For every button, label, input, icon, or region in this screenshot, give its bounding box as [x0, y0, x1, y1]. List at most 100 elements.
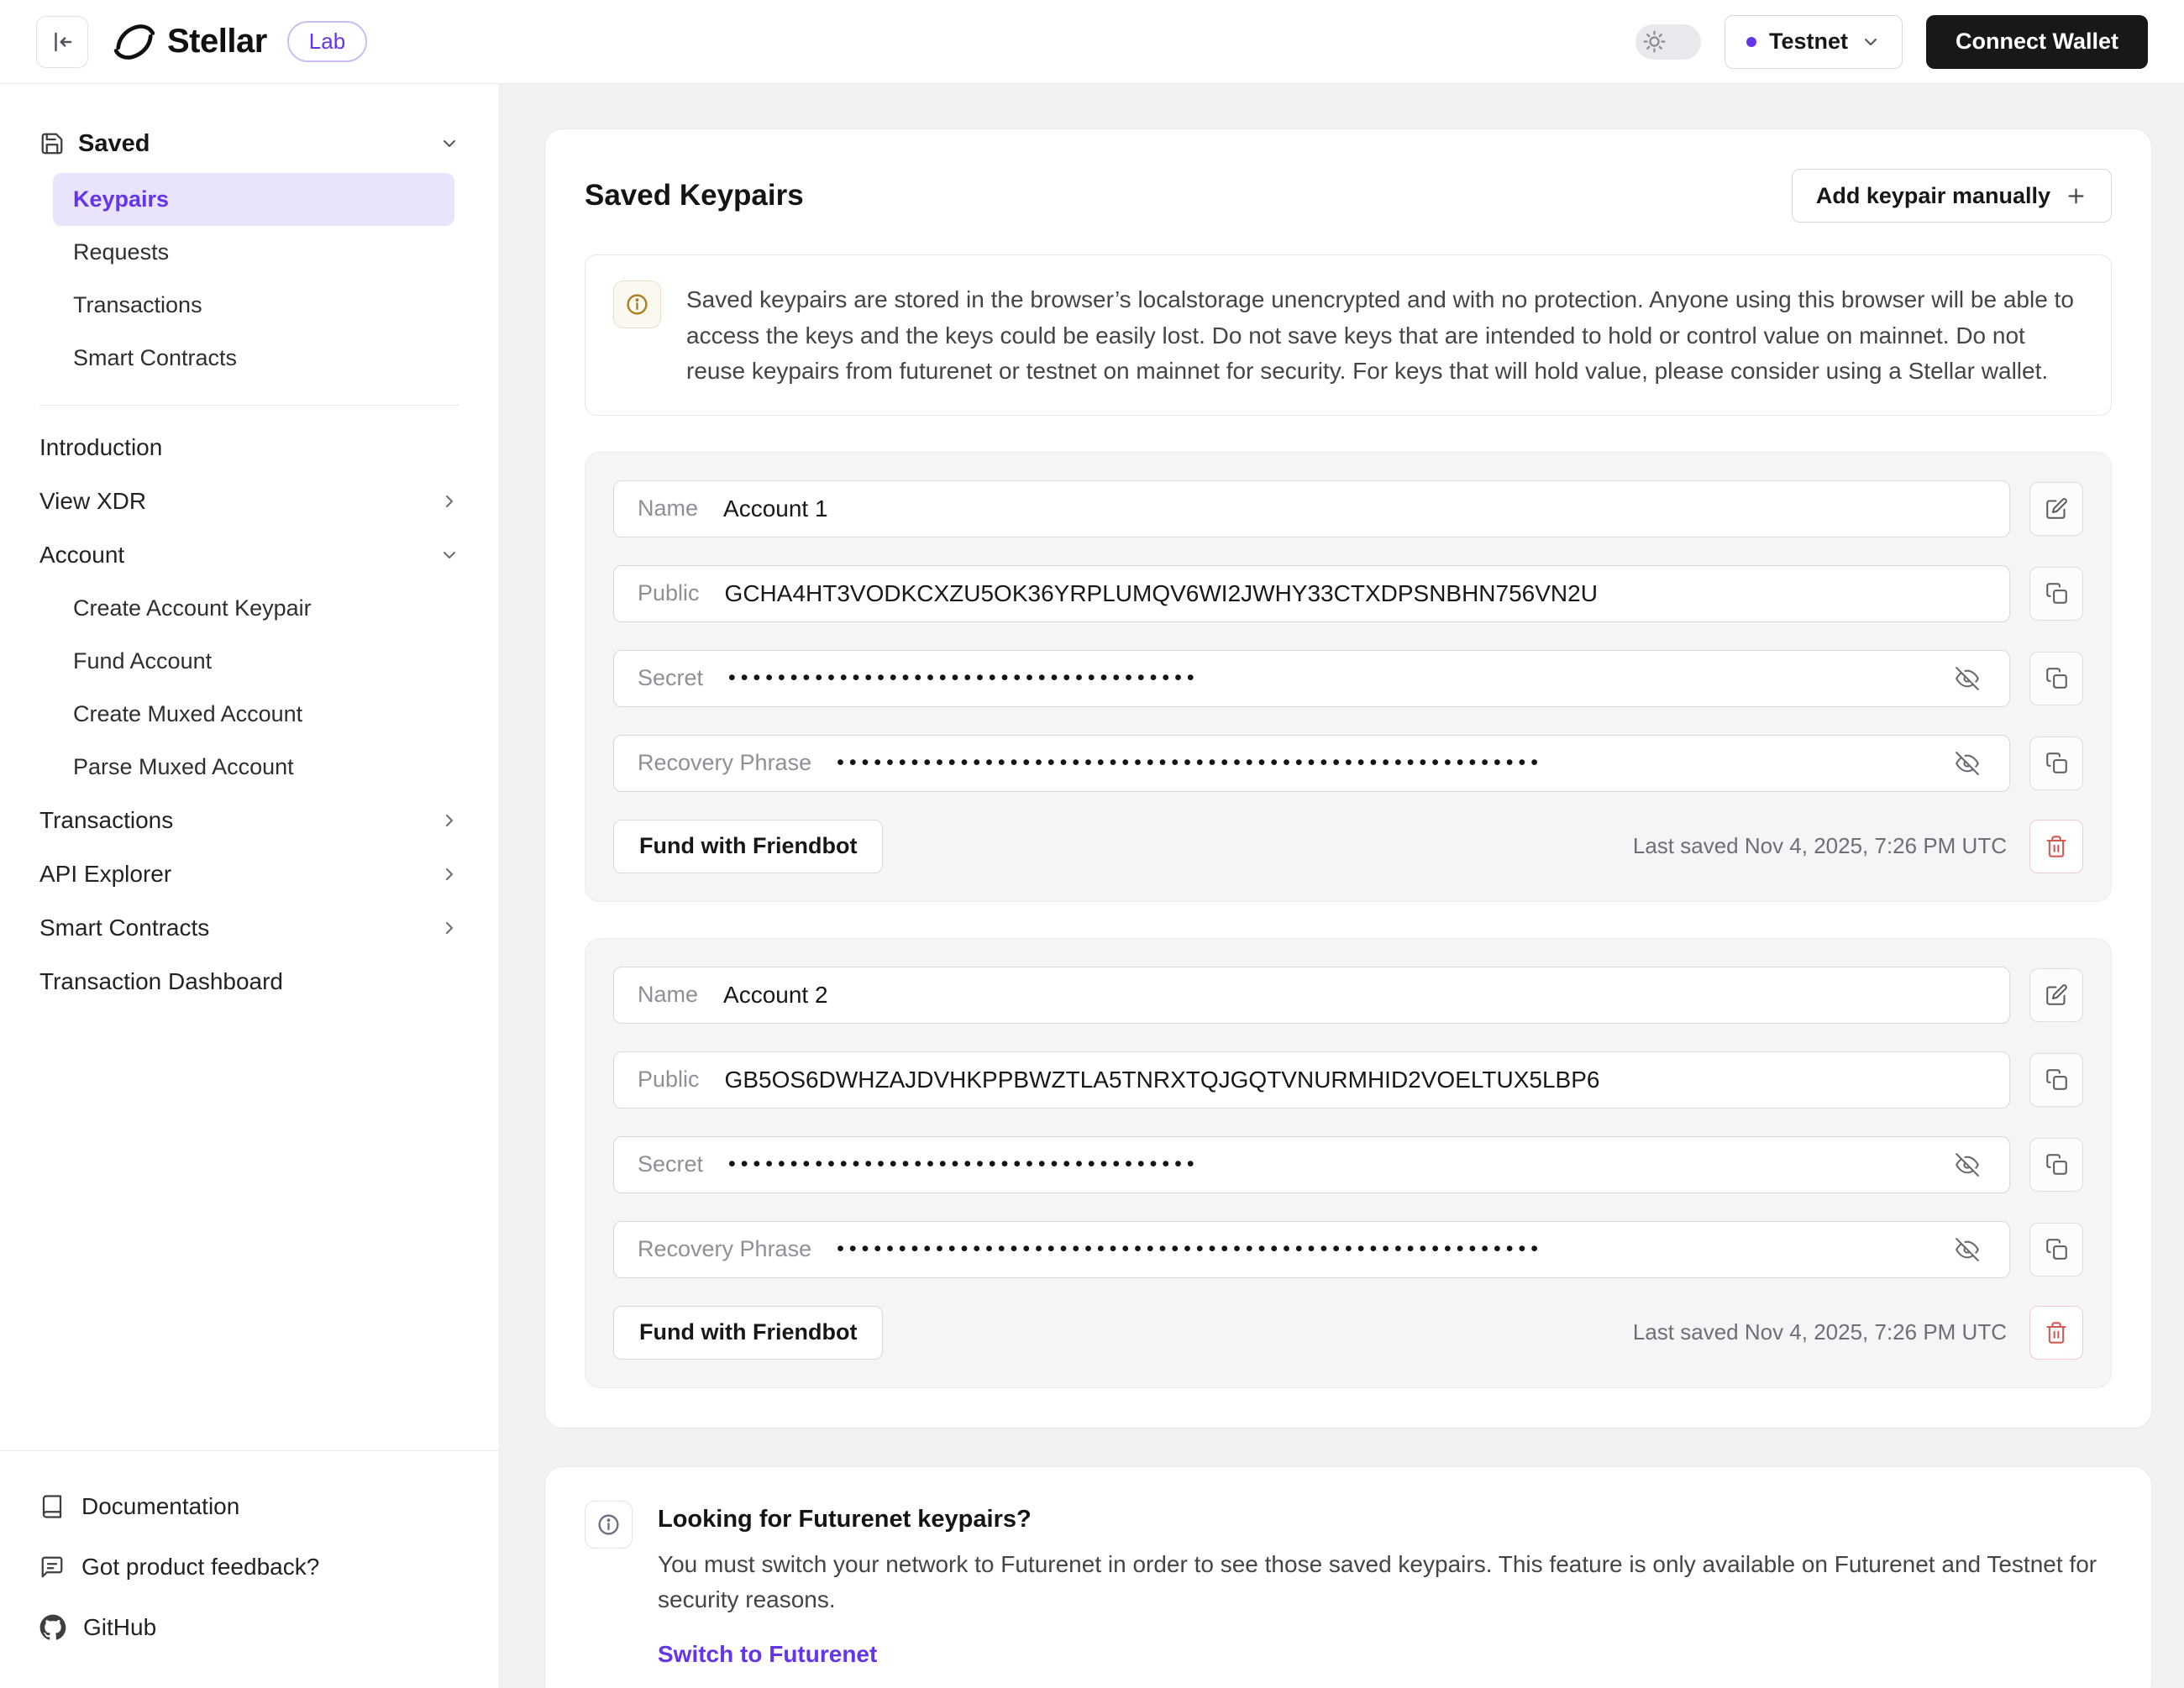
connect-wallet-button[interactable]: Connect Wallet	[1926, 15, 2148, 69]
copy-recovery-button[interactable]	[2029, 737, 2083, 790]
sidebar-item-introduction[interactable]: Introduction	[28, 421, 471, 474]
toggle-recovery-visibility-button[interactable]	[1949, 745, 1986, 782]
sidebar-item-fund-account[interactable]: Fund Account	[28, 635, 471, 688]
copy-secret-button[interactable]	[2029, 652, 2083, 705]
sun-icon	[1643, 30, 1666, 53]
chevron-right-icon	[439, 864, 459, 884]
keypair-card-account-1: Name Account 1 Public GCHA4HT3VODKCXZU5O…	[585, 452, 2112, 902]
sidebar-section-saved-label: Saved	[78, 130, 150, 158]
sidebar-item-documentation[interactable]: Documentation	[39, 1476, 459, 1537]
sidebar-item-create-account-keypair[interactable]: Create Account Keypair	[28, 582, 471, 635]
name-field[interactable]: Name Account 1	[613, 480, 2010, 537]
last-saved-text: Last saved Nov 4, 2025, 7:26 PM UTC	[1633, 1319, 2007, 1345]
recovery-phrase-field[interactable]: Recovery Phrase ••••••••••••••••••••••••…	[613, 1221, 2010, 1278]
header-right: Testnet Connect Wallet	[1635, 15, 2148, 69]
futurenet-info-card: Looking for Futurenet keypairs? You must…	[544, 1466, 2152, 1688]
info-icon	[613, 280, 661, 328]
last-saved-text: Last saved Nov 4, 2025, 7:26 PM UTC	[1633, 833, 2007, 859]
keypair-card-account-2: Name Account 2 Public GB5OS6DWHZAJDVHKPP…	[585, 938, 2112, 1388]
sidebar-item-transaction-dashboard[interactable]: Transaction Dashboard	[28, 955, 471, 1009]
copy-icon	[2045, 667, 2068, 689]
network-selector[interactable]: Testnet	[1725, 15, 1903, 69]
sidebar-item-saved-smart-contracts[interactable]: Smart Contracts	[53, 332, 454, 385]
sidebar-item-transactions[interactable]: Transactions	[28, 794, 471, 847]
save-icon	[39, 131, 65, 156]
main-content: Saved Keypairs Add keypair manually Save…	[500, 84, 2184, 1688]
edit-name-button[interactable]	[2029, 482, 2083, 536]
sidebar-item-parse-muxed-account[interactable]: Parse Muxed Account	[28, 741, 471, 794]
top-header: Stellar Lab Testnet Connect Wallet	[0, 0, 2184, 84]
toggle-secret-visibility-button[interactable]	[1949, 660, 1986, 697]
recovery-phrase-masked: ••••••••••••••••••••••••••••••••••••••••…	[837, 751, 1543, 775]
brand-name: Stellar	[167, 23, 267, 60]
copy-secret-button[interactable]	[2029, 1138, 2083, 1192]
plus-icon	[2065, 185, 2087, 207]
secret-key-field[interactable]: Secret •••••••••••••••••••••••••••••••••…	[613, 1136, 2010, 1193]
trash-icon	[2045, 835, 2068, 858]
secret-key-masked: ••••••••••••••••••••••••••••••••••••••	[728, 666, 1200, 690]
edit-icon	[2045, 497, 2068, 520]
futurenet-title: Looking for Futurenet keypairs?	[658, 1501, 2103, 1533]
sidebar-item-saved-transactions[interactable]: Transactions	[53, 279, 454, 332]
page: Stellar Lab Testnet Connect Wallet	[0, 0, 2184, 1688]
trash-icon	[2045, 1321, 2068, 1345]
info-icon	[585, 1501, 633, 1549]
delete-keypair-button[interactable]	[2029, 820, 2083, 873]
chevron-down-icon	[1861, 32, 1881, 52]
book-icon	[39, 1494, 65, 1519]
name-value: Account 1	[723, 495, 828, 522]
collapse-sidebar-button[interactable]	[36, 16, 88, 68]
copy-recovery-button[interactable]	[2029, 1223, 2083, 1276]
name-field[interactable]: Name Account 2	[613, 967, 2010, 1024]
fund-with-friendbot-button[interactable]: Fund with Friendbot	[613, 820, 883, 873]
github-icon	[39, 1614, 66, 1641]
eye-off-icon	[1956, 1153, 1979, 1177]
page-title: Saved Keypairs	[585, 179, 804, 212]
feedback-icon	[39, 1554, 65, 1580]
copy-icon	[2045, 1238, 2068, 1261]
fund-with-friendbot-button[interactable]: Fund with Friendbot	[613, 1306, 883, 1360]
sidebar-footer: Documentation Got product feedback? GitH…	[0, 1450, 499, 1688]
copy-icon	[2045, 1068, 2068, 1091]
public-key-value: GB5OS6DWHZAJDVHKPPBWZTLA5TNRXTQJGQTVNURM…	[725, 1067, 1600, 1093]
eye-off-icon	[1956, 667, 1979, 690]
public-key-field[interactable]: Public GCHA4HT3VODKCXZU5OK36YRPLUMQV6WI2…	[613, 565, 2010, 622]
sidebar-divider	[39, 405, 459, 406]
switch-to-futurenet-link[interactable]: Switch to Futurenet	[658, 1641, 877, 1668]
lab-badge: Lab	[287, 21, 367, 62]
public-key-field[interactable]: Public GB5OS6DWHZAJDVHKPPBWZTLA5TNRXTQJG…	[613, 1051, 2010, 1109]
sidebar-item-view-xdr[interactable]: View XDR	[28, 474, 471, 528]
add-keypair-button[interactable]: Add keypair manually	[1792, 169, 2112, 223]
sidebar-item-feedback[interactable]: Got product feedback?	[39, 1537, 459, 1597]
toggle-recovery-visibility-button[interactable]	[1949, 1231, 1986, 1268]
copy-public-button[interactable]	[2029, 567, 2083, 621]
chevron-down-icon	[439, 134, 459, 154]
sidebar-item-smart-contracts[interactable]: Smart Contracts	[28, 901, 471, 955]
network-label: Testnet	[1769, 29, 1848, 55]
chevron-down-icon	[439, 545, 459, 565]
sidebar-item-github[interactable]: GitHub	[39, 1597, 459, 1658]
copy-public-button[interactable]	[2029, 1053, 2083, 1107]
sidebar-item-api-explorer[interactable]: API Explorer	[28, 847, 471, 901]
futurenet-body: You must switch your network to Futurene…	[658, 1547, 2103, 1617]
sidebar-section-saved[interactable]: Saved	[28, 116, 471, 171]
recovery-phrase-field[interactable]: Recovery Phrase ••••••••••••••••••••••••…	[613, 735, 2010, 792]
secret-key-field[interactable]: Secret •••••••••••••••••••••••••••••••••…	[613, 650, 2010, 707]
sidebar: Saved Keypairs Requests Transactions Sma…	[0, 84, 500, 1688]
network-status-dot	[1746, 37, 1756, 47]
sidebar-item-account[interactable]: Account	[28, 528, 471, 582]
copy-icon	[2045, 1153, 2068, 1176]
public-key-value: GCHA4HT3VODKCXZU5OK36YRPLUMQV6WI2JWHY33C…	[725, 580, 1598, 607]
brand: Stellar Lab	[113, 21, 367, 63]
secret-key-masked: ••••••••••••••••••••••••••••••••••••••	[728, 1152, 1200, 1177]
edit-name-button[interactable]	[2029, 968, 2083, 1022]
sidebar-item-create-muxed-account[interactable]: Create Muxed Account	[28, 688, 471, 741]
delete-keypair-button[interactable]	[2029, 1306, 2083, 1360]
sidebar-item-requests[interactable]: Requests	[53, 226, 454, 279]
theme-toggle[interactable]	[1635, 24, 1701, 60]
toggle-secret-visibility-button[interactable]	[1949, 1146, 1986, 1183]
recovery-phrase-masked: ••••••••••••••••••••••••••••••••••••••••…	[837, 1237, 1543, 1261]
collapse-sidebar-icon	[50, 29, 75, 55]
chevron-right-icon	[439, 491, 459, 511]
sidebar-item-keypairs[interactable]: Keypairs	[53, 173, 454, 226]
